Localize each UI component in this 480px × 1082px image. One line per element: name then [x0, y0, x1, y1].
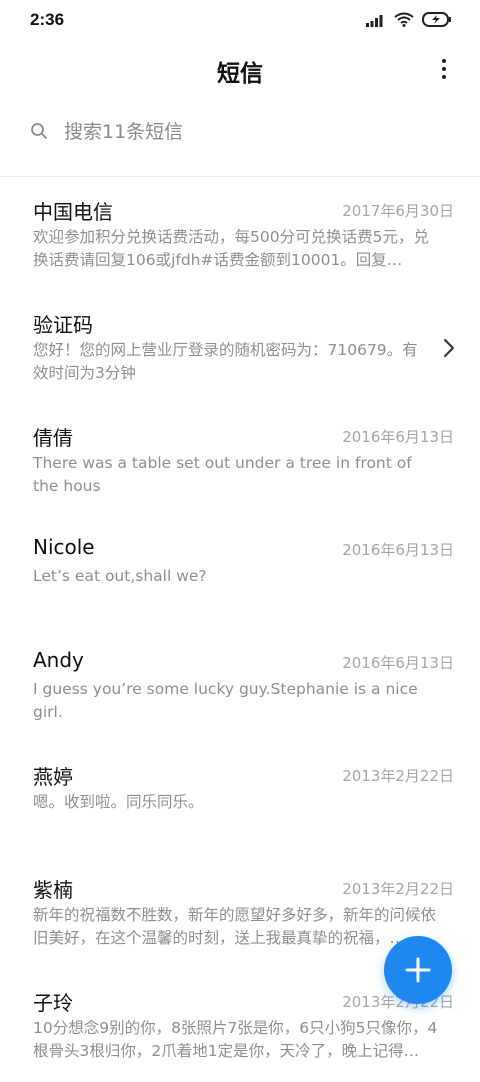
message-date: 2017年6月30日 [342, 202, 454, 220]
message-preview: 10分想念9别的你，8张照片7张是你，6只小狗5只像你，4根骨头3根归你，2爪着… [33, 1019, 438, 1060]
conversation-item[interactable]: 燕婷 2013年2月22日 嗯。收到啦。同乐同乐。 [0, 743, 480, 856]
message-preview: 欢迎参加积分兑换话费活动，每500分可兑换话费5元，兑换话费请回复106或jfd… [33, 228, 429, 269]
more-vert-icon-dot [442, 75, 446, 79]
message-date: 2013年2月22日 [342, 767, 454, 785]
more-vert-icon [442, 59, 446, 63]
conversation-item[interactable]: 中国电信 2017年6月30日 欢迎参加积分兑换话费活动，每500分可兑换话费5… [0, 178, 480, 291]
page-title: 短信 [217, 61, 263, 87]
conversation-item[interactable]: Andy 2016年6月13日 I guess you’re some luck… [0, 630, 480, 743]
message-preview: I guess you’re some lucky guy.Stephanie … [33, 680, 418, 721]
message-preview: 您好！您的网上营业厅登录的随机密码为：710679。有效时间为3分钟 [33, 341, 418, 382]
divider [0, 176, 480, 177]
message-date: 2013年2月22日 [342, 880, 454, 898]
status-time: 2:36 [30, 10, 65, 29]
contact-name: 子玲 [33, 991, 73, 1015]
conversation-item[interactable]: Nicole 2016年6月13日 Let’s eat out,shall we… [0, 517, 480, 630]
conversation-item[interactable]: 倩倩 2016年6月13日 There was a table set out … [0, 404, 480, 517]
conversation-item[interactable]: 验证码 您好！您的网上营业厅登录的随机密码为：710679。有效时间为3分钟 [0, 291, 480, 404]
wifi-icon [394, 12, 414, 27]
contact-name: 中国电信 [33, 200, 113, 224]
more-vert-icon-dot [442, 67, 446, 71]
status-bar: 2:36 [0, 0, 480, 40]
message-preview: 嗯。收到啦。同乐同乐。 [33, 793, 204, 811]
message-date: 2016年6月13日 [342, 428, 454, 446]
app-bar: 短信 [0, 40, 480, 100]
status-icons [366, 12, 452, 27]
message-date: 2016年6月13日 [342, 541, 454, 559]
signal-icon [366, 14, 383, 27]
chevron-right-icon[interactable] [442, 337, 456, 359]
new-message-button[interactable] [384, 936, 452, 1004]
more-options-button[interactable] [432, 54, 456, 84]
message-preview: There was a table set out under a tree i… [33, 454, 412, 495]
message-preview: 新年的祝福数不胜数，新年的愿望好多好多，新年的问候依旧美好，在这个温馨的时刻，送… [33, 906, 437, 947]
message-date: 2016年6月13日 [342, 654, 454, 672]
contact-name: Nicole [33, 535, 95, 559]
contact-name: 验证码 [33, 313, 93, 337]
search-icon [31, 123, 47, 139]
contact-name: Andy [33, 648, 84, 672]
contact-name: 倩倩 [33, 426, 73, 450]
search-input[interactable] [64, 114, 424, 150]
battery-charging-icon [422, 12, 451, 27]
contact-name: 紫楠 [33, 878, 73, 902]
search-bar[interactable] [0, 100, 480, 164]
message-preview: Let’s eat out,shall we? [33, 567, 207, 585]
contact-name: 燕婷 [33, 765, 73, 789]
plus-icon [405, 957, 431, 983]
